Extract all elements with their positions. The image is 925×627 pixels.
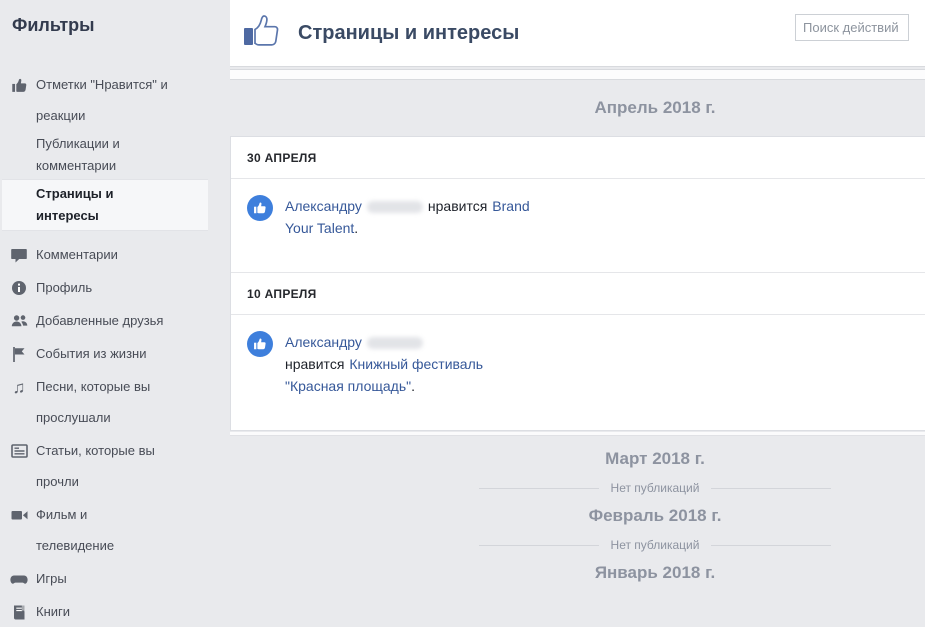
sidebar-item-label: Статьи, которые вы прочли (36, 435, 216, 497)
activity-log-main: Страницы и интересы Апрель 2018 г. 30 АП… (230, 0, 925, 583)
card-bottom-edge (230, 432, 925, 436)
sidebar-item-film-tv[interactable]: Фильм и телевидение (0, 499, 230, 561)
activity-entry: АлександрунравитсяКнижный фестиваль "Кра… (231, 315, 925, 430)
sidebar-item-label: Книги (36, 596, 216, 627)
date-header-10-april: 10 АПРЕЛЯ (231, 272, 925, 315)
sidebar-item-profile[interactable]: Профиль (0, 272, 230, 303)
sidebar-item-label: Песни, которые вы прослушали (36, 371, 216, 433)
month-header-march: Март 2018 г. (230, 449, 925, 469)
music-note-icon: ♫ (10, 378, 28, 396)
sidebar-item-posts-comments[interactable]: Публикации и комментарии (0, 133, 230, 177)
no-posts-label: Нет публикаций (611, 481, 700, 495)
sidebar-item-life-events[interactable]: События из жизни (0, 338, 230, 369)
no-posts-label: Нет публикаций (611, 538, 700, 552)
sidebar-item-label: Фильм и телевидение (36, 499, 216, 561)
empty-months-section: Март 2018 г. Нет публикаций Февраль 2018… (230, 449, 925, 583)
sidebar-item-books[interactable]: Книги (0, 596, 230, 627)
thumbs-up-icon (10, 76, 28, 94)
book-icon (10, 603, 28, 621)
sidebar-item-songs[interactable]: ♫ Песни, которые вы прослушали (0, 371, 230, 433)
comment-icon (10, 246, 28, 264)
activity-card: 30 АПРЕЛЯ АлександрунравитсяBrand Your T… (230, 136, 925, 431)
sidebar-item-likes-reactions[interactable]: Отметки "Нравится" и реакции (0, 69, 230, 131)
sidebar-item-comments[interactable]: Комментарии (0, 239, 230, 270)
divider-line (711, 545, 831, 546)
sidebar-item-label: Отметки "Нравится" и реакции (36, 69, 216, 131)
sentence-period: . (411, 378, 415, 394)
search-actions-input[interactable] (795, 14, 909, 41)
sidebar-item-label: Страницы и интересы (36, 183, 194, 227)
divider-line (479, 488, 599, 489)
filter-list: Отметки "Нравится" и реакции Публикации … (0, 69, 230, 627)
sidebar-item-label: Комментарии (36, 239, 216, 270)
activity-entry-text: АлександрунравитсяКнижный фестиваль "Кра… (285, 331, 545, 397)
month-header-february: Февраль 2018 г. (230, 506, 925, 526)
sidebar-item-label: Игры (36, 563, 216, 594)
activity-log-header: Страницы и интересы (230, 0, 925, 67)
friends-icon (10, 312, 28, 330)
filters-sidebar: Фильтры Отметки "Нравится" и реакции Пуб… (0, 0, 230, 593)
activity-verb: нравится (285, 356, 344, 372)
sidebar-title: Фильтры (0, 0, 230, 36)
redacted-name (367, 337, 423, 349)
sidebar-item-added-friends[interactable]: Добавленные друзья (0, 305, 230, 336)
divider-line (479, 545, 599, 546)
activity-entry: АлександрунравитсяBrand Your Talent. (231, 179, 925, 272)
article-icon (10, 442, 28, 460)
divider-line (711, 488, 831, 489)
actor-link[interactable]: Александру (285, 334, 362, 350)
month-header-april: Апрель 2018 г. (230, 80, 925, 136)
thumbs-up-header-icon (242, 12, 284, 55)
activity-entry-text: АлександрунравитсяBrand Your Talent. (285, 195, 545, 239)
like-circle-icon (247, 331, 273, 357)
page-title: Страницы и интересы (298, 22, 519, 45)
sidebar-item-articles[interactable]: Статьи, которые вы прочли (0, 435, 230, 497)
video-camera-icon (10, 506, 28, 524)
info-icon (10, 279, 28, 297)
sidebar-item-games[interactable]: Игры (0, 563, 230, 594)
activity-verb: нравится (428, 198, 487, 214)
collapsed-card-edge (230, 69, 925, 80)
sidebar-item-label: Добавленные друзья (36, 305, 216, 336)
no-posts-divider: Нет публикаций (230, 481, 925, 495)
actor-link[interactable]: Александру (285, 198, 362, 214)
date-header-30-april: 30 АПРЕЛЯ (231, 137, 925, 179)
sidebar-item-label: События из жизни (36, 338, 216, 369)
month-header-january: Январь 2018 г. (230, 563, 925, 583)
sentence-period: . (354, 220, 358, 236)
gamepad-icon (10, 570, 28, 588)
like-circle-icon (247, 195, 273, 221)
sidebar-item-pages-interests[interactable]: Страницы и интересы (2, 179, 208, 231)
sidebar-item-label: Профиль (36, 272, 216, 303)
redacted-name (367, 201, 423, 213)
sidebar-item-label: Публикации и комментарии (36, 133, 216, 177)
flag-icon (10, 345, 28, 363)
no-posts-divider: Нет публикаций (230, 538, 925, 552)
